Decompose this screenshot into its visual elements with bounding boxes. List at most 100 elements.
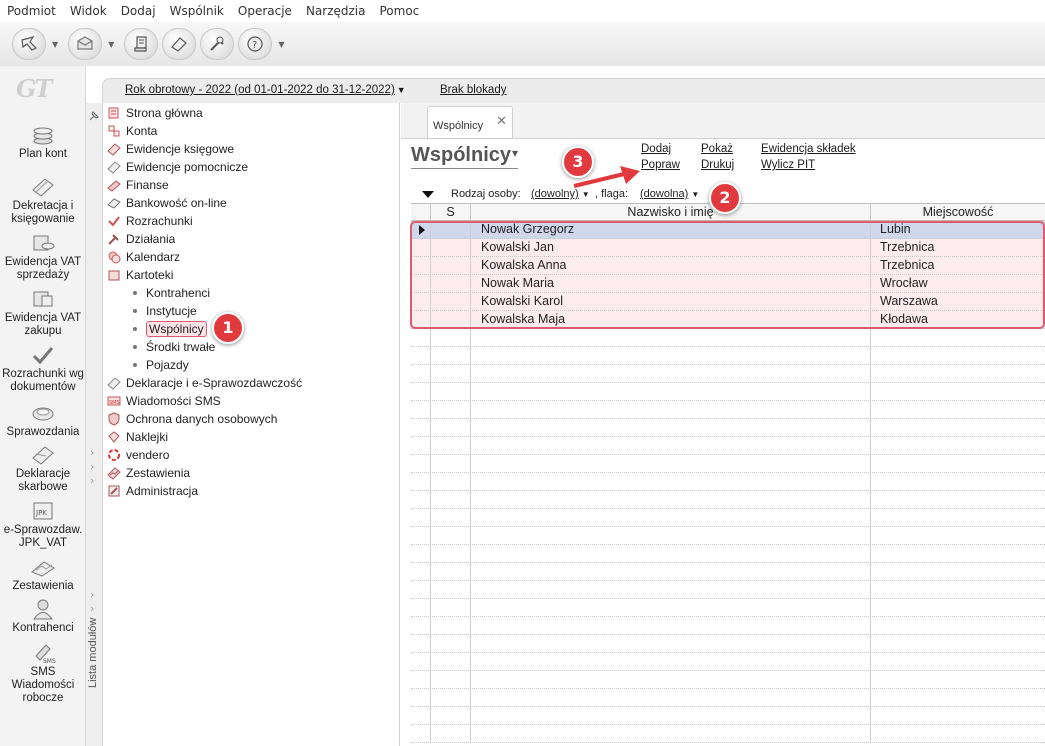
tree-item-vendero[interactable]: vendero — [107, 446, 169, 464]
city-cell — [871, 599, 1045, 616]
show-link[interactable]: Pokaż — [701, 143, 733, 155]
name-cell — [471, 509, 871, 526]
cursor-icon[interactable] — [12, 28, 46, 60]
tree-item-label: Bankowość on-line — [126, 196, 227, 210]
tree-item-label: Ewidencje księgowe — [126, 142, 235, 156]
menu-pomoc[interactable]: Pomoc — [380, 4, 420, 18]
nav-label: Deklaracje skarbowe — [15, 468, 71, 493]
tree-item-kartoteki[interactable]: Kartoteki — [107, 266, 173, 284]
name-cell — [471, 545, 871, 562]
tab-wspolnicy[interactable]: Wspólnicy ✕ — [427, 106, 513, 139]
edit-link[interactable]: Popraw — [641, 159, 680, 171]
chevron-down-icon[interactable]: ▼ — [278, 40, 284, 49]
tree-item-rozrachunki[interactable]: Rozrachunki — [107, 212, 193, 230]
tree-sub-pojazdy[interactable]: Pojazdy — [133, 356, 189, 374]
flag-dropdown[interactable]: (dowolna) ▼ — [640, 188, 699, 200]
row-indicator-cell — [411, 419, 431, 436]
module-list-label: Lista modułów — [87, 617, 99, 688]
tree-item-bankowosc[interactable]: Bankowość on-line — [107, 194, 227, 212]
flag-value: (dowolna) — [640, 188, 689, 200]
tree-item-ochrona-danych[interactable]: Ochrona danych osobowych — [107, 410, 277, 428]
tree-item-ewidencje-ksiegowe[interactable]: Ewidencje księgowe — [107, 140, 234, 158]
scroll-icon[interactable] — [124, 28, 159, 60]
nav-deklaracje[interactable]: Deklaracje skarbowe — [0, 444, 86, 494]
close-icon[interactable]: ✕ — [496, 113, 507, 129]
chevron-right-icon[interactable]: › — [90, 460, 94, 473]
menu-narzedzia[interactable]: Narzędzia — [306, 4, 366, 18]
contributions-link[interactable]: Ewidencja składek — [761, 143, 856, 155]
nav-plan-kont[interactable]: Plan kont — [0, 124, 86, 161]
pin-icon[interactable] — [88, 110, 100, 122]
status-cell — [431, 581, 471, 598]
nav-label: Dekretacja i księgowanie — [11, 200, 75, 225]
calculate-pit-link[interactable]: Wylicz PIT — [761, 159, 815, 171]
tree-item-kalendarz[interactable]: Kalendarz — [107, 248, 180, 266]
menu-operacje[interactable]: Operacje — [238, 4, 292, 18]
row-indicator-cell — [411, 725, 431, 742]
name-cell — [471, 617, 871, 634]
nav-jpk[interactable]: JPK e-Sprawozdaw. JPK_VAT — [0, 500, 86, 550]
nav-vat-sprzedazy[interactable]: Ewidencja VAT sprzedaży — [0, 232, 86, 282]
column-header-city[interactable]: Miejscowość — [871, 204, 1045, 221]
help-icon[interactable]: ? — [238, 28, 273, 60]
tree-item-administracja[interactable]: Administracja — [107, 482, 198, 500]
tree-item-strona-glowna[interactable]: Strona główna — [107, 104, 203, 122]
nav-dekretacja[interactable]: Dekretacja i księgowanie — [0, 176, 86, 226]
column-header-name[interactable]: Nazwisko i imię — [471, 204, 871, 221]
add-link[interactable]: Dodaj — [641, 143, 671, 155]
status-cell — [431, 455, 471, 472]
row-indicator-cell — [411, 617, 431, 634]
column-header-s[interactable]: S — [431, 204, 471, 221]
print-link[interactable]: Drukuj — [701, 159, 734, 171]
nav-zestawienia[interactable]: Zestawienia — [0, 556, 86, 593]
page-title[interactable]: Wspólnicy▾ — [411, 144, 519, 169]
table-row-empty — [411, 653, 1045, 671]
vendero-icon — [108, 449, 120, 461]
name-cell — [471, 635, 871, 652]
tree-sub-label: Pojazdy — [146, 358, 189, 372]
chevron-right-icon[interactable]: › — [90, 446, 94, 459]
fiscal-year-label: Rok obrotowy - 2022 (od 01-01-2022 do 31… — [125, 84, 395, 96]
tree-item-finanse[interactable]: Finanse — [107, 176, 169, 194]
chevron-down-icon[interactable]: ▼ — [52, 40, 58, 49]
tools-icon[interactable] — [200, 28, 235, 60]
menu-widok[interactable]: Widok — [70, 4, 107, 18]
tree-item-deklaracje[interactable]: Deklaracje i e-Sprawozdawczość — [107, 374, 302, 392]
status-cell — [431, 509, 471, 526]
tree-item-naklejki[interactable]: Naklejki — [107, 428, 168, 446]
tree-item-ewidencje-pomocnicze[interactable]: Ewidencje pomocnicze — [107, 158, 248, 176]
envelope-icon[interactable] — [68, 28, 103, 60]
nav-sms-robocze[interactable]: SMS SMS Wiadomości robocze — [0, 642, 86, 705]
nav-rozrachunki[interactable]: Rozrachunki wg dokumentów — [0, 344, 86, 394]
tree-item-wiadomosci-sms[interactable]: SMS Wiadomości SMS — [107, 392, 221, 410]
menu-podmiot[interactable]: Podmiot — [7, 4, 56, 18]
tree-sub-instytucje[interactable]: Instytucje — [133, 302, 197, 320]
table-row-empty — [411, 635, 1045, 653]
tree-item-dzialania[interactable]: Działania — [107, 230, 175, 248]
menu-wspolnik[interactable]: Wspólnik — [170, 4, 224, 18]
chevron-down-icon[interactable]: ▼ — [108, 40, 114, 49]
status-cell — [431, 653, 471, 670]
tree-sub-srodki-trwale[interactable]: Środki trwałe — [133, 338, 215, 356]
tree-sub-label: Instytucje — [146, 304, 197, 318]
eraser-icon[interactable] — [162, 28, 197, 60]
lock-status-link[interactable]: Brak blokady — [440, 84, 506, 96]
chevron-right-icon[interactable]: › — [90, 474, 94, 487]
tree-sub-wspolnicy[interactable]: Wspólnicy — [133, 320, 207, 338]
tree-item-konta[interactable]: Konta — [107, 122, 157, 140]
fiscal-year-selector[interactable]: Rok obrotowy - 2022 (od 01-01-2022 do 31… — [125, 84, 406, 96]
person-icon — [33, 599, 53, 620]
nav-sprawozdania[interactable]: Sprawozdania — [0, 402, 86, 439]
nav-kontrahenci[interactable]: Kontrahenci — [0, 598, 86, 635]
tree-sub-kontrahenci[interactable]: Kontrahenci — [133, 284, 210, 302]
svg-text:JPK: JPK — [35, 509, 47, 517]
nav-vat-zakupu[interactable]: Ewidencja VAT zakupu — [0, 288, 86, 338]
documents-icon — [32, 446, 54, 465]
filter-toggle-icon[interactable] — [422, 191, 434, 198]
menu-dodaj[interactable]: Dodaj — [121, 4, 156, 18]
module-list-strip[interactable]: › › › › › › Lista modułów — [86, 103, 103, 746]
jpk-icon: JPK — [33, 502, 53, 520]
person-type-label: Rodzaj osoby: — [451, 188, 521, 200]
tree-item-zestawienia[interactable]: Zestawienia — [107, 464, 190, 482]
table-row-empty — [411, 329, 1045, 347]
